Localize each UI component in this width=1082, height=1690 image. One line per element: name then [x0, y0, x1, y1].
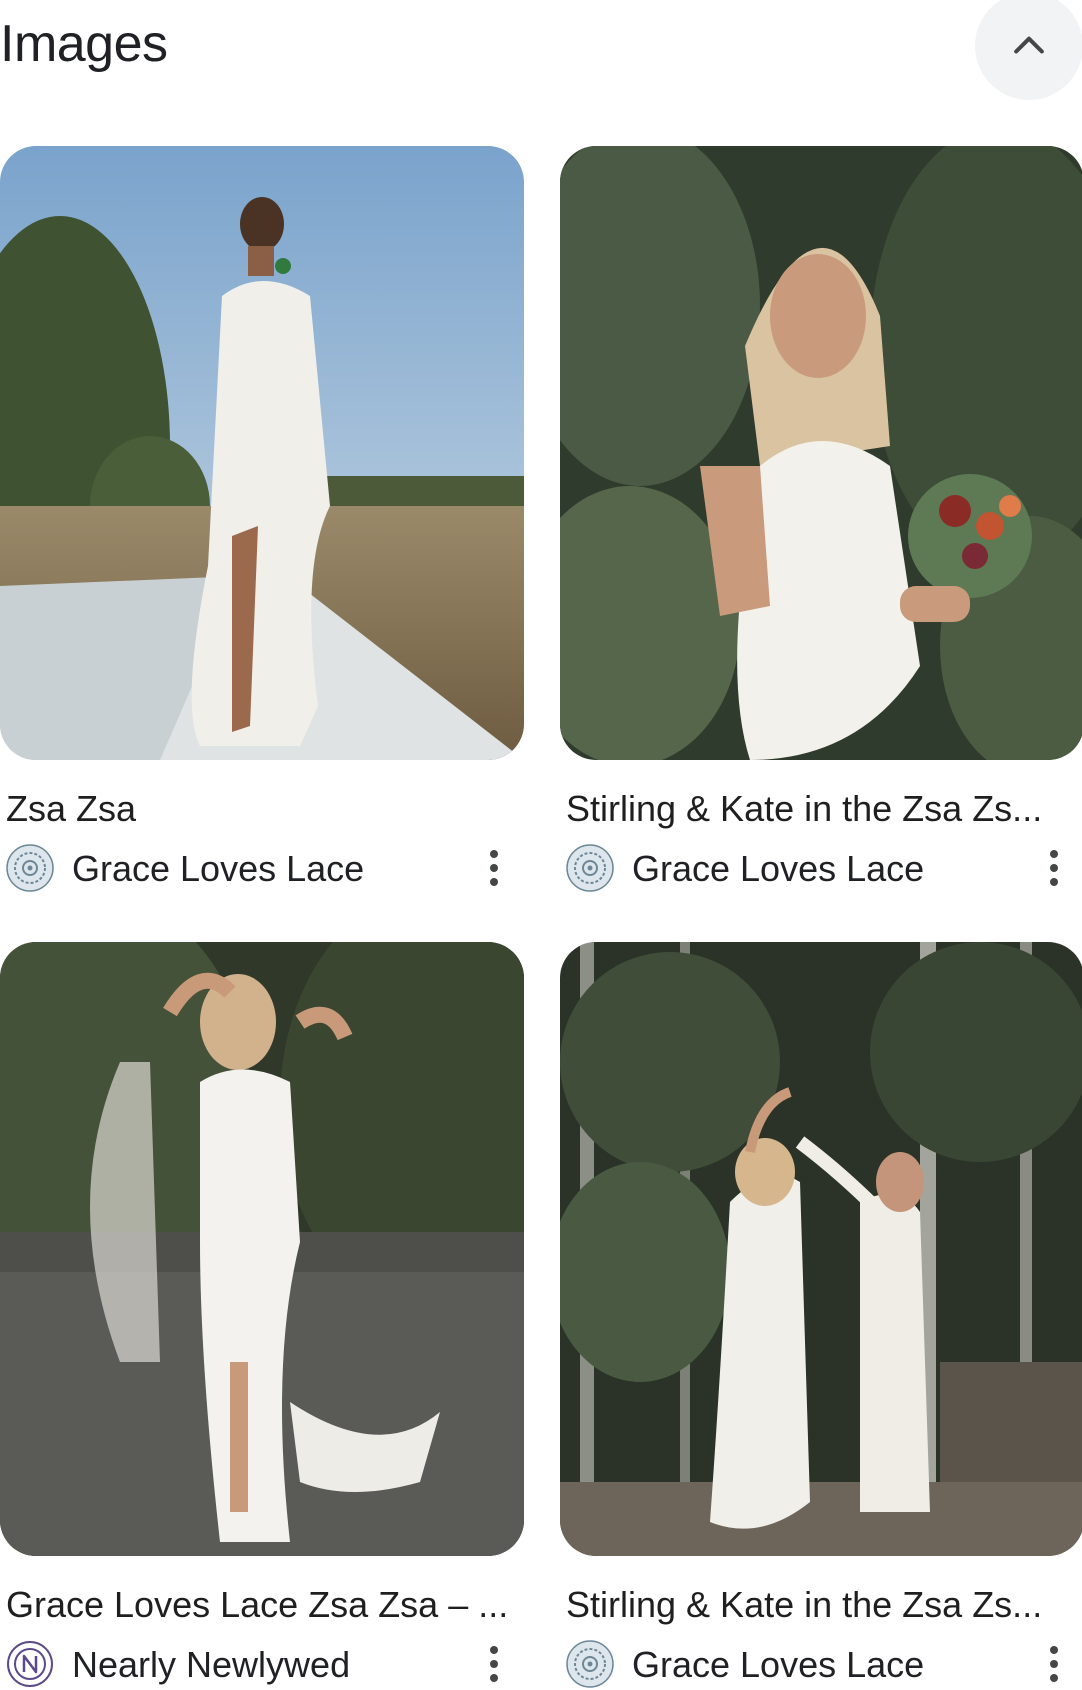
more-options-button[interactable] [474, 1638, 514, 1690]
result-source[interactable]: Nearly Newlywed [72, 1642, 350, 1688]
grace-loves-lace-logo-icon [566, 844, 614, 892]
result-thumbnail[interactable] [0, 942, 524, 1556]
more-options-button[interactable] [1034, 842, 1074, 894]
result-title[interactable]: Stirling & Kate in the Zsa Zs... [566, 786, 1076, 832]
result-source[interactable]: Grace Loves Lace [632, 846, 924, 892]
grace-loves-lace-logo-icon [566, 1640, 614, 1688]
result-source[interactable]: Grace Loves Lace [632, 1642, 924, 1688]
more-vert-icon [490, 850, 498, 886]
result-thumbnail[interactable] [560, 942, 1082, 1556]
more-options-button[interactable] [1034, 1638, 1074, 1690]
result-source[interactable]: Grace Loves Lace [72, 846, 364, 892]
chevron-up-icon [1014, 36, 1044, 54]
section-title: Images [0, 15, 168, 73]
more-vert-icon [1050, 1646, 1058, 1682]
images-header: Images [0, 0, 1082, 110]
grace-loves-lace-logo-icon [6, 844, 54, 892]
more-vert-icon [1050, 850, 1058, 886]
result-thumbnail[interactable] [0, 146, 524, 760]
collapse-button[interactable] [975, 0, 1082, 100]
more-options-button[interactable] [474, 842, 514, 894]
more-vert-icon [490, 1646, 498, 1682]
result-title[interactable]: Stirling & Kate in the Zsa Zs... [566, 1582, 1076, 1628]
result-title[interactable]: Zsa Zsa [6, 786, 516, 832]
result-thumbnail[interactable] [560, 146, 1082, 760]
nearly-newlywed-logo-icon [6, 1640, 54, 1688]
result-title[interactable]: Grace Loves Lace Zsa Zsa – ... [6, 1582, 516, 1628]
